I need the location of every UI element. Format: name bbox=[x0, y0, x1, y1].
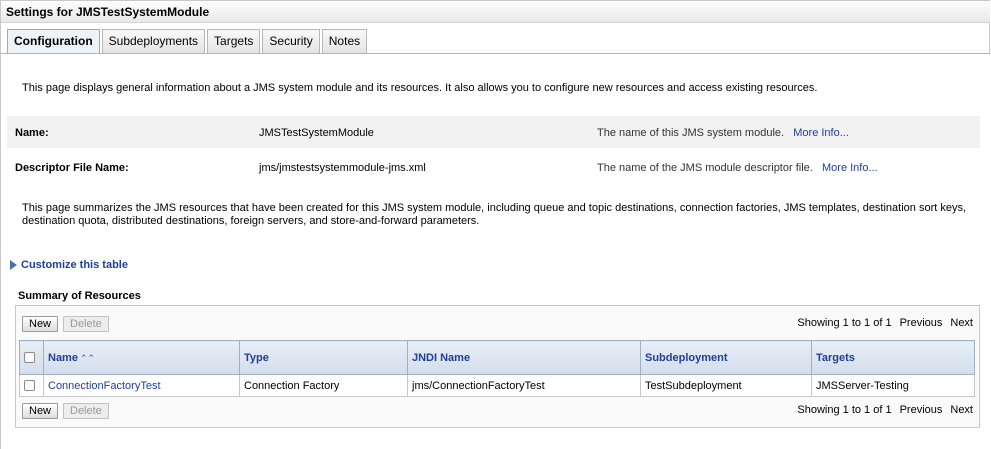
name-value: JMSTestSystemModule bbox=[259, 127, 374, 139]
resource-name-link[interactable]: ConnectionFactoryTest bbox=[48, 380, 161, 392]
tab-security[interactable]: Security bbox=[262, 29, 320, 53]
name-property-row: Name: JMSTestSystemModule The name of th… bbox=[7, 116, 980, 148]
paging-status-bottom: Showing 1 to 1 of 1 bbox=[797, 404, 892, 416]
descriptor-help-text: The name of the JMS module descriptor fi… bbox=[597, 162, 813, 174]
descriptor-more-info-link[interactable]: More Info... bbox=[822, 162, 878, 174]
column-header-jndi-name[interactable]: JNDI Name bbox=[407, 340, 641, 375]
paging-status: Showing 1 to 1 of 1 bbox=[797, 317, 892, 329]
customize-table-link[interactable]: Customize this table bbox=[10, 259, 128, 271]
descriptor-value: jms/jmstestsystemmodule-jms.xml bbox=[259, 162, 426, 174]
pager-top: Showing 1 to 1 of 1 Previous Next bbox=[797, 317, 973, 329]
next-link-bottom[interactable]: Next bbox=[950, 404, 973, 416]
name-help: The name of this JMS system module. More… bbox=[597, 127, 849, 139]
tab-subdeployments[interactable]: Subdeployments bbox=[101, 29, 206, 53]
previous-link-bottom[interactable]: Previous bbox=[900, 404, 943, 416]
table-header-row: Name ⌃⌃ Type JNDI Name Subdeployment Targ… bbox=[19, 340, 975, 375]
descriptor-property-row: Descriptor File Name: jms/jmstestsystemm… bbox=[7, 151, 980, 183]
name-help-text: The name of this JMS system module. bbox=[597, 127, 785, 139]
descriptor-label: Descriptor File Name: bbox=[15, 162, 129, 174]
tab-targets[interactable]: Targets bbox=[207, 29, 261, 53]
column-label-name: Name bbox=[48, 351, 78, 364]
row-checkbox[interactable] bbox=[24, 380, 35, 392]
column-header-subdeployment[interactable]: Subdeployment bbox=[640, 340, 812, 375]
pager-bottom: Showing 1 to 1 of 1 Previous Next bbox=[797, 404, 973, 416]
delete-button-bottom: Delete bbox=[63, 403, 109, 419]
descriptor-help: The name of the JMS module descriptor fi… bbox=[597, 162, 878, 174]
resources-title: Summary of Resources bbox=[18, 290, 141, 302]
settings-panel: Settings for JMSTestSystemModule Configu… bbox=[0, 0, 990, 449]
summary-text: This page summarizes the JMS resources t… bbox=[22, 202, 967, 227]
cell-type: Connection Factory bbox=[239, 374, 408, 397]
select-all-cell bbox=[19, 340, 44, 375]
resources-table: Name ⌃⌃ Type JNDI Name Subdeployment Targ… bbox=[19, 340, 975, 397]
table-row: ConnectionFactoryTest Connection Factory… bbox=[19, 374, 975, 397]
intro-text: This page displays general information a… bbox=[22, 82, 818, 94]
new-button-bottom[interactable]: New bbox=[22, 403, 59, 419]
select-all-checkbox[interactable] bbox=[24, 352, 35, 364]
next-link[interactable]: Next bbox=[950, 317, 973, 329]
cell-subdeployment: TestSubdeployment bbox=[640, 374, 812, 397]
cell-targets: JMSServer-Testing bbox=[811, 374, 975, 397]
new-button-top[interactable]: New bbox=[22, 316, 59, 332]
tab-configuration[interactable]: Configuration bbox=[7, 29, 100, 55]
column-header-type[interactable]: Type bbox=[239, 340, 408, 375]
column-header-name[interactable]: Name ⌃⌃ bbox=[43, 340, 240, 375]
cell-name: ConnectionFactoryTest bbox=[43, 374, 240, 397]
delete-button-top: Delete bbox=[63, 316, 109, 332]
previous-link[interactable]: Previous bbox=[900, 317, 943, 329]
name-more-info-link[interactable]: More Info... bbox=[793, 127, 849, 139]
column-header-targets[interactable]: Targets bbox=[811, 340, 975, 375]
name-label: Name: bbox=[15, 127, 49, 139]
window-title: Settings for JMSTestSystemModule bbox=[1, 1, 990, 23]
expand-triangle-icon bbox=[10, 260, 17, 270]
customize-label: Customize this table bbox=[21, 259, 128, 271]
resources-table-box: New Delete Showing 1 to 1 of 1 Previous … bbox=[15, 305, 980, 428]
ascending-sort-icon: ⌃⌃ bbox=[79, 352, 96, 363]
configuration-content: This page displays general information a… bbox=[1, 54, 990, 449]
tab-bar: Configuration Subdeployments Targets Sec… bbox=[7, 29, 369, 55]
tab-notes[interactable]: Notes bbox=[321, 29, 368, 53]
row-checkbox-cell bbox=[19, 374, 44, 397]
cell-jndi-name: jms/ConnectionFactoryTest bbox=[407, 374, 641, 397]
